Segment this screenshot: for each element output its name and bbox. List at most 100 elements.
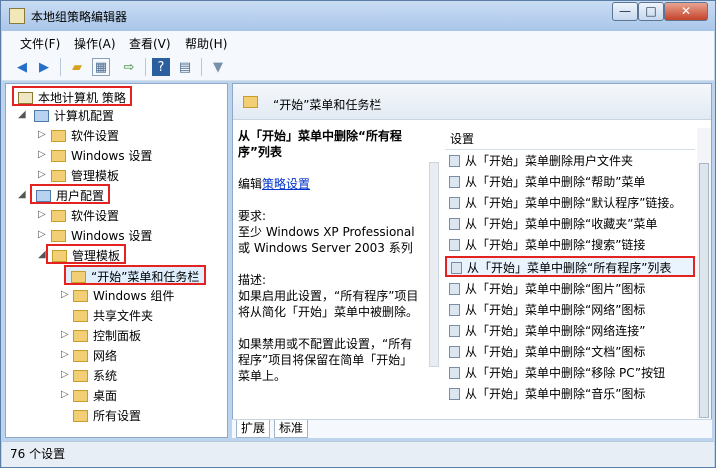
expand-arrow-icon[interactable]: ▷ xyxy=(61,349,71,360)
expand-arrow-icon[interactable]: ▷ xyxy=(38,169,48,180)
menu-bar: 文件(F) 操作(A) 查看(V) 帮助(H) xyxy=(2,31,714,53)
setting-row[interactable]: 从「开始」菜单中删除“图片”图标 xyxy=(445,279,695,300)
setting-row[interactable]: 从「开始」菜单中删除“移除 PC”按钮 xyxy=(445,363,695,384)
setting-row[interactable]: 从「开始」菜单中删除“默认程序”链接。 xyxy=(445,193,695,214)
help-icon[interactable]: ? xyxy=(152,58,170,76)
maximize-button[interactable]: □ xyxy=(638,2,664,21)
folder-icon xyxy=(73,310,88,322)
folder-icon xyxy=(51,150,66,162)
setting-row[interactable]: 从「开始」菜单中删除“搜索”链接 xyxy=(445,235,695,256)
folder-icon xyxy=(51,130,66,142)
folder-icon xyxy=(73,410,88,422)
expand-arrow-icon[interactable]: ▷ xyxy=(61,289,71,300)
policy-title: 从「开始」菜单中删除“所有程序”列表 xyxy=(238,129,402,159)
tree-computer-software[interactable]: 软件设置 xyxy=(51,126,119,146)
scroll-track[interactable] xyxy=(429,162,439,367)
expand-arrow-icon[interactable]: ▷ xyxy=(61,389,71,400)
tree-user-admin[interactable]: 管理模板 xyxy=(46,244,127,264)
tree-network[interactable]: 网络 xyxy=(73,346,117,366)
setting-icon xyxy=(449,239,460,251)
tree-control-panel[interactable]: 控制面板 xyxy=(73,326,141,346)
setting-icon xyxy=(449,304,460,316)
setting-icon xyxy=(449,367,460,379)
collapse-arrow-icon[interactable]: ◢ xyxy=(18,189,28,200)
menu-view[interactable]: 查看(V) xyxy=(129,35,171,52)
toolbar: ◀ ▶ ▰ ▦ ⇨ ? ▤ ▼ xyxy=(2,53,714,81)
folder-icon xyxy=(243,96,258,108)
tree-computer-config[interactable]: 计算机配置 xyxy=(34,106,114,126)
folder-icon xyxy=(51,210,66,222)
folder-icon xyxy=(73,350,88,362)
tree-user-windows[interactable]: Windows 设置 xyxy=(51,226,152,246)
setting-row[interactable]: 从「开始」菜单中删除“网络连接” xyxy=(445,321,695,342)
setting-row[interactable]: 从「开始」菜单中删除“帮助”菜单 xyxy=(445,172,695,193)
tree-start-menu-taskbar[interactable]: “开始”菜单和任务栏 xyxy=(64,265,207,285)
folder-icon xyxy=(52,250,67,262)
settings-column-header[interactable]: 设置 xyxy=(445,128,695,150)
policy-editor-icon xyxy=(9,8,25,24)
setting-row[interactable]: 从「开始」菜单中删除“文档”图标 xyxy=(445,342,695,363)
tree-user-software[interactable]: 软件设置 xyxy=(51,206,119,226)
expand-arrow-icon[interactable]: ▷ xyxy=(38,129,48,140)
policy-description: 从「开始」菜单中删除“所有程序”列表 编辑策略设置 要求: 至少 Windows … xyxy=(238,128,423,418)
tree-user-config[interactable]: 用户配置 xyxy=(30,184,111,204)
tree-desktop[interactable]: 桌面 xyxy=(73,386,117,406)
setting-row[interactable]: 从「开始」菜单删除用户文件夹 xyxy=(445,151,695,172)
setting-icon xyxy=(451,262,462,274)
tree-root[interactable]: 本地计算机 策略 xyxy=(12,86,132,106)
setting-row[interactable]: 从「开始」菜单中删除“网络”图标 xyxy=(445,300,695,321)
window-title: 本地组策略编辑器 xyxy=(31,10,128,24)
title-bar: 本地组策略编辑器 — □ ✕ xyxy=(1,1,715,31)
menu-action[interactable]: 操作(A) xyxy=(74,35,116,52)
setting-row[interactable]: 从「开始」菜单中删除“音乐”图标 xyxy=(445,384,695,405)
tree-windows-components[interactable]: Windows 组件 xyxy=(73,286,174,306)
setting-icon xyxy=(449,388,460,400)
tree-all-settings[interactable]: 所有设置 xyxy=(73,406,141,426)
close-button[interactable]: ✕ xyxy=(664,2,708,21)
minimize-button[interactable]: — xyxy=(612,2,638,21)
scroll-thumb[interactable] xyxy=(699,163,709,418)
menu-file[interactable]: 文件(F) xyxy=(20,35,60,52)
tab-extended[interactable]: 扩展 xyxy=(236,420,271,438)
setting-icon xyxy=(449,346,460,358)
setting-icon xyxy=(449,176,460,188)
tree-shared-folders[interactable]: 共享文件夹 xyxy=(73,306,153,326)
tree-computer-admin[interactable]: 管理模板 xyxy=(51,166,119,186)
tree-computer-windows[interactable]: Windows 设置 xyxy=(51,146,152,166)
collapse-arrow-icon[interactable]: ◢ xyxy=(18,109,28,120)
expand-arrow-icon[interactable]: ▷ xyxy=(61,369,71,380)
filter-icon[interactable]: ▼ xyxy=(209,58,227,76)
folder-icon xyxy=(51,230,66,242)
expand-arrow-icon[interactable]: ▷ xyxy=(38,209,48,220)
folder-icon xyxy=(73,370,88,382)
setting-row[interactable]: 从「开始」菜单中删除“收藏夹”菜单 xyxy=(445,214,695,235)
forward-icon[interactable]: ▶ xyxy=(35,58,53,76)
properties-icon[interactable]: ▤ xyxy=(176,58,194,76)
details-pane: “开始”菜单和任务栏 从「开始」菜单中删除“所有程序”列表 编辑策略设置 要求:… xyxy=(232,83,712,438)
folder-up-icon[interactable]: ▰ xyxy=(68,58,86,76)
edit-policy-link[interactable]: 策略设置 xyxy=(262,177,310,191)
setting-icon xyxy=(449,155,460,167)
expand-arrow-icon[interactable]: ▷ xyxy=(38,149,48,160)
settings-scrollbar[interactable] xyxy=(697,128,711,418)
description-section: 描述: 如果启用此设置，“所有程序”项目将从简化「开始」菜单中被删除。 xyxy=(238,273,419,319)
setting-icon xyxy=(449,283,460,295)
status-bar: 76 个设置 xyxy=(2,441,714,467)
setting-icon xyxy=(449,218,460,230)
expand-arrow-icon[interactable]: ▷ xyxy=(61,329,71,340)
view-tabs: 扩展 标准 xyxy=(232,419,712,438)
tab-standard[interactable]: 标准 xyxy=(274,420,309,438)
policy-root-icon xyxy=(18,92,33,104)
expand-arrow-icon[interactable]: ▷ xyxy=(38,229,48,240)
setting-row-selected[interactable]: 从「开始」菜单中删除“所有程序”列表 xyxy=(445,256,695,277)
description-disabled: 如果禁用或不配置此设置，“所有程序”项目将保留在简单「开始」菜单上。 xyxy=(238,337,413,383)
folder-icon xyxy=(71,271,86,283)
setting-icon xyxy=(449,197,460,209)
description-scrollbar[interactable] xyxy=(427,128,441,418)
tree-system[interactable]: 系统 xyxy=(73,366,117,386)
export-icon[interactable]: ⇨ xyxy=(120,58,138,76)
back-icon[interactable]: ◀ xyxy=(13,58,31,76)
show-hide-tree-icon[interactable]: ▦ xyxy=(92,58,110,76)
computer-icon xyxy=(34,110,49,122)
menu-help[interactable]: 帮助(H) xyxy=(185,35,227,52)
